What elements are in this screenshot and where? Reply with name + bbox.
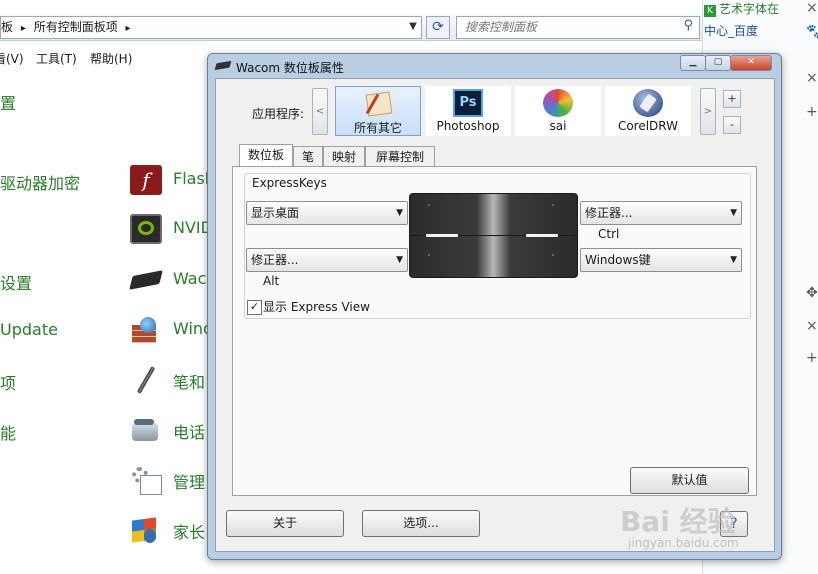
expresskey-top-right-select[interactable]: 修正器... ▼ [580, 201, 742, 225]
browser-tab-baidu[interactable]: 中心_百度 [704, 22, 794, 40]
show-express-view-checkbox[interactable]: ✓ [247, 300, 262, 315]
pen-icon [130, 365, 162, 395]
flash-icon: f [130, 165, 162, 195]
breadcrumb-current[interactable]: 所有控制面板项 [34, 20, 118, 34]
close-button[interactable]: ✕ [730, 55, 772, 71]
menu-view[interactable]: 看(V) [0, 50, 24, 67]
add-app-button[interactable]: + [723, 90, 741, 108]
expresskey-bottom-right-select[interactable]: Windows键 ▼ [580, 248, 742, 272]
tablet-illustration [409, 193, 578, 278]
top-right-modifier-label: Ctrl [598, 227, 620, 241]
baidu-paw-icon[interactable]: 🐾 [806, 24, 818, 40]
search-input[interactable] [457, 17, 675, 36]
address-dropdown-icon[interactable]: ▼ [404, 16, 422, 37]
dropdown-arrow-icon: ▼ [730, 255, 737, 265]
tab-mapping[interactable]: 映射 [323, 146, 365, 167]
sai-icon [543, 89, 573, 117]
dropdown-arrow-icon: ▼ [396, 208, 403, 218]
browser-tab-baidu-label: 中心_百度 [704, 24, 759, 38]
close-icon-2[interactable]: × [806, 70, 818, 86]
select-value: 修正器... [585, 206, 633, 220]
tab-pen[interactable]: 笔 [293, 146, 323, 167]
cp-item-label: 家长 [173, 523, 206, 542]
dialog-title: Wacom 数位板属性 [236, 61, 344, 75]
address-field[interactable]: 板 ▸ 所有控制面板项 ▸ [0, 16, 422, 39]
remove-app-label: - [730, 118, 734, 131]
admin-tools-icon [130, 465, 162, 495]
left-item-4[interactable]: 项 [0, 370, 16, 394]
options-button[interactable]: 选项... [362, 510, 480, 537]
app-scroll-right-label: > [703, 106, 713, 117]
breadcrumb-separator-icon-2: ▸ [125, 23, 131, 34]
about-button[interactable]: 关于 [226, 510, 344, 537]
parental-controls-icon [130, 515, 162, 545]
remove-app-button[interactable]: - [723, 116, 741, 134]
search-box[interactable]: ⚲ [456, 16, 700, 39]
add-icon-2[interactable]: + [806, 350, 818, 366]
app-green-icon: K [704, 5, 716, 17]
tab-tablet[interactable]: 数位板 [239, 144, 293, 168]
left-item-5[interactable]: 能 [0, 420, 16, 444]
coreldraw-icon [633, 89, 663, 117]
app-tile-label: sai [549, 119, 567, 133]
app-tile-photoshop[interactable]: Ps Photoshop [425, 86, 511, 136]
firewall-icon [130, 315, 162, 345]
menu-tools[interactable]: 工具(T) [36, 50, 77, 67]
search-icon[interactable]: ⚲ [683, 18, 693, 33]
move-icon[interactable]: ✥ [806, 285, 818, 301]
left-item-3[interactable]: Update [0, 320, 58, 339]
phone-icon [130, 415, 162, 445]
app-scroll-left-label: < [315, 106, 325, 117]
app-tile-label: 所有其它 [353, 121, 402, 135]
close-icon-3[interactable]: × [806, 318, 818, 334]
nvidia-icon [130, 214, 162, 244]
dropdown-arrow-icon: ▼ [396, 255, 403, 265]
app-tile-coreldraw[interactable]: CorelDRW [605, 86, 691, 136]
maximize-button[interactable]: ▢ [705, 55, 731, 71]
expresskey-top-left-select[interactable]: 显示桌面 ▼ [246, 201, 408, 225]
cp-item-label: 笔和 [173, 373, 206, 392]
application-label: 应用程序: [252, 107, 305, 121]
default-button[interactable]: 默认值 [630, 467, 749, 494]
select-value: 显示桌面 [251, 206, 300, 220]
expresskey-bottom-left-select[interactable]: 修正器... ▼ [246, 248, 408, 272]
select-value: Windows键 [585, 253, 651, 267]
left-item-1[interactable]: 驱动器加密 [0, 170, 80, 194]
select-value: 修正器... [251, 253, 299, 267]
menu-bar: 看(V) 工具(T) 帮助(H) [0, 46, 210, 68]
all-other-apps-icon [363, 89, 393, 117]
bottom-left-modifier-label: Alt [263, 274, 280, 288]
cp-item-label: Wac [173, 269, 207, 288]
browser-tab-font-label: 艺术字体在 [719, 2, 780, 16]
refresh-icon[interactable]: ⟳ [426, 16, 450, 39]
dropdown-arrow-icon: ▼ [730, 208, 737, 218]
tab-screen-control[interactable]: 屏幕控制 [365, 146, 435, 167]
add-icon[interactable]: + [806, 104, 818, 120]
app-tile-sai[interactable]: sai [515, 86, 601, 136]
help-icon: ? [730, 516, 738, 532]
cp-item-label: 管理 [173, 473, 206, 492]
wacom-tablet-icon [129, 265, 163, 295]
app-tile-all-other[interactable]: 所有其它 [335, 86, 421, 136]
minimize-button[interactable]: ▁ [680, 55, 706, 71]
breadcrumb-separator-icon: ▸ [20, 23, 26, 34]
left-item-2[interactable]: 设置 [0, 270, 32, 294]
menu-help[interactable]: 帮助(H) [90, 50, 132, 67]
help-button[interactable]: ? [720, 511, 748, 537]
expresskeys-group-label: ExpressKeys [250, 176, 329, 190]
close-icon[interactable]: × [806, 0, 818, 16]
show-express-view-label: 显示 Express View [263, 300, 370, 314]
app-scroll-left-button[interactable]: < [312, 88, 328, 135]
cp-item-label: 电话 [173, 423, 206, 442]
browser-tab-font[interactable]: K 艺术字体在 [704, 0, 804, 18]
app-tile-label: Photoshop [436, 119, 500, 133]
app-scroll-right-button[interactable]: > [700, 88, 716, 135]
left-item-0[interactable]: 置 [0, 90, 16, 114]
app-tile-label: CorelDRW [617, 119, 679, 133]
address-prefix: 板 [1, 20, 14, 34]
photoshop-icon: Ps [453, 89, 483, 117]
wacom-tablet-title-icon [214, 60, 232, 71]
add-app-label: + [727, 92, 737, 105]
